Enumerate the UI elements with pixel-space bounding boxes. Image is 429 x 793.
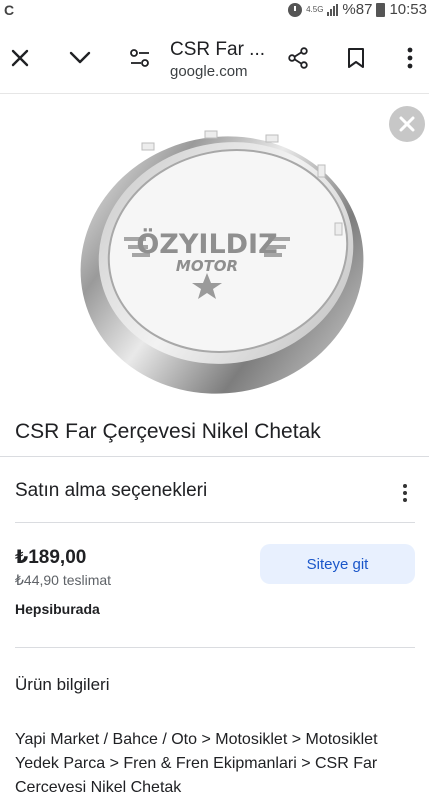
purchase-options-more-button[interactable] <box>403 484 407 502</box>
divider <box>0 456 429 457</box>
offer-price: ₺189,00 <box>15 547 87 568</box>
divider <box>15 522 415 523</box>
more-options-button[interactable] <box>392 40 428 76</box>
offer-merchant[interactable]: Hepsiburada <box>15 601 100 617</box>
close-icon <box>11 49 29 67</box>
alarm-icon <box>288 2 303 17</box>
status-icons: 4.5G %87 10:53 <box>288 1 427 18</box>
page-domain: google.com <box>170 63 248 80</box>
site-settings-button[interactable] <box>122 40 158 76</box>
product-image[interactable]: ÖZYILDIZ MOTOR <box>0 95 429 400</box>
product-category-breadcrumb: Yapi Market / Bahce / Oto > Motosiklet >… <box>15 731 378 793</box>
more-vert-icon <box>407 47 413 69</box>
chrome-headlight-ring-image: ÖZYILDIZ MOTOR <box>80 130 364 394</box>
chevron-down-icon <box>69 51 91 64</box>
network-type-label: 4.5G <box>306 4 324 14</box>
svg-text:MOTOR: MOTOR <box>176 257 238 275</box>
product-title: CSR Far Çerçevesi Nikel Chetak <box>15 420 321 443</box>
close-icon <box>399 116 415 132</box>
collapse-button[interactable] <box>62 40 98 76</box>
clock: 10:53 <box>389 1 427 18</box>
battery-icon <box>376 2 386 17</box>
bookmark-button[interactable] <box>338 40 374 76</box>
divider <box>15 647 415 648</box>
close-button[interactable] <box>2 40 38 76</box>
purchase-options-heading: Satın alma seçenekleri <box>15 480 208 501</box>
app-notification-icon: C <box>4 2 15 18</box>
close-image-button[interactable] <box>389 106 425 142</box>
top-app-bar: CSR Far ... google.com <box>0 22 429 94</box>
svg-text:ÖZYILDIZ: ÖZYILDIZ <box>136 227 277 260</box>
share-icon <box>288 47 308 69</box>
page-title: CSR Far ... <box>170 39 266 60</box>
tune-icon <box>130 49 149 67</box>
visit-site-button[interactable]: Siteye git <box>260 544 415 584</box>
product-info-heading: Ürün bilgileri <box>15 675 110 694</box>
offer-shipping: ₺44,90 teslimat <box>15 572 112 588</box>
page-title-block[interactable]: CSR Far ... google.com <box>170 38 265 82</box>
signal-icon <box>327 3 339 16</box>
battery-percent: %87 <box>342 1 373 18</box>
status-bar: C 4.5G %87 10:53 <box>0 0 429 22</box>
bookmark-icon <box>348 48 364 68</box>
more-vert-icon <box>403 484 407 488</box>
share-button[interactable] <box>280 40 316 76</box>
